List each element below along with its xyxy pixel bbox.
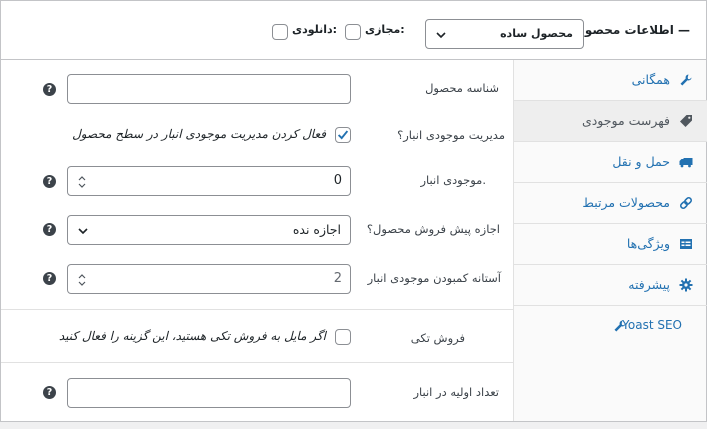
tab-yoast-seo[interactable]: Yoast SEO [514,306,707,347]
checkmark-icon [337,130,349,140]
initial-stock-label: تعداد اولیه در انبار [413,385,499,399]
tab-label: همگانی [631,72,670,87]
product-type-select[interactable]: محصول ساده [425,19,584,49]
tab-label: محصولات مرتبط [582,195,670,210]
link-icon [679,196,693,210]
gear-icon [679,278,693,292]
spinner-icon[interactable] [77,273,87,287]
tab-label: فهرست موجودی [581,113,670,128]
sold-individually-label: فروش تکی [410,331,465,345]
truck-icon [679,158,693,168]
tag-icon [680,115,692,127]
tab-linked-products[interactable]: محصولات مرتبط [514,183,707,224]
sold-individually-checkbox[interactable] [335,329,351,345]
help-icon[interactable]: ? [43,175,56,188]
tab-attributes[interactable]: ویژگی‌ها [514,224,707,265]
section-divider [1,362,513,363]
product-data-title: اطلاعات محصول — [574,23,691,37]
help-icon[interactable]: ? [43,83,56,96]
sold-individually-text: اگر مایل به فروش تکی هستید، این گزینه را… [58,329,326,343]
help-icon[interactable]: ? [43,386,56,399]
tab-label: پیشرفته [628,277,670,292]
manage-stock-label: مدیریت موجودی انبار؟ [397,128,505,142]
product-type-value: محصول ساده [500,27,573,40]
chevron-down-icon [78,228,88,235]
tab-label: ویژگی‌ها [626,236,670,251]
virtual-label: مجازی: [365,23,405,36]
low-stock-label: آستانه کمبودن موجودی انبار [367,271,501,285]
table-icon [680,239,692,249]
tab-label: حمل و نقل [612,154,670,169]
spinner-icon[interactable] [77,175,87,189]
stock-quantity-label: موجودی انبار. [420,173,486,187]
downloadable-checkbox[interactable] [272,24,288,40]
wrench-icon [680,74,692,86]
section-divider [1,309,513,310]
tab-shipping[interactable]: حمل و نقل [514,142,707,183]
virtual-checkbox[interactable] [345,24,361,40]
tab-advanced[interactable]: پیشرفته [514,265,707,306]
product-data-panel: اطلاعات محصول — محصول ساده مجازی: دانلود… [0,0,707,422]
backorders-value: اجازه نده [292,222,341,237]
chevron-down-icon [436,32,446,39]
manage-stock-checkbox[interactable] [335,127,351,143]
product-data-header: اطلاعات محصول — محصول ساده مجازی: دانلود… [1,1,706,60]
tab-label: Yoast SEO [622,318,682,332]
manage-stock-text: فعال کردن مدیریت موجودی انبار در سطح محص… [72,127,326,141]
stock-quantity-input[interactable]: 0 [67,166,351,196]
tab-inventory[interactable]: فهرست موجودی [514,101,707,142]
tab-general[interactable]: همگانی [514,60,707,101]
low-stock-input[interactable]: 2 [67,264,351,294]
help-icon[interactable]: ? [43,223,56,236]
stock-quantity-value: 0 [333,173,342,188]
backorders-select[interactable]: اجازه نده [67,215,351,245]
initial-stock-input[interactable] [67,378,351,408]
help-icon[interactable]: ? [43,272,56,285]
backorders-label: اجازه پیش فروش محصول؟ [366,222,500,236]
product-data-tabs: همگانی فهرست موجودی حمل و نقل محصولات مر… [513,60,707,421]
sku-label: شناسه محصول [425,81,499,95]
low-stock-placeholder: 2 [333,271,342,286]
downloadable-label: دانلودی: [292,23,338,36]
sku-input[interactable] [67,74,351,104]
